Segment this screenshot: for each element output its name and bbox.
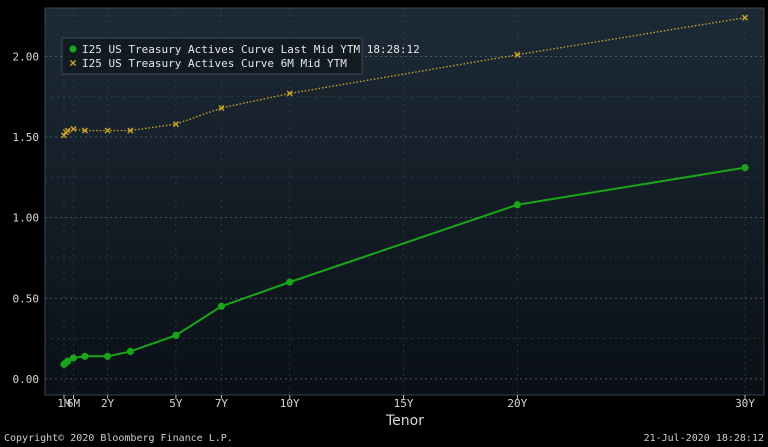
data-point bbox=[172, 331, 180, 339]
data-point bbox=[69, 354, 78, 362]
y-tick-label: 1.50 bbox=[13, 131, 40, 144]
legend-label: I25 US Treasury Actives Curve Last Mid Y… bbox=[82, 43, 420, 56]
data-point bbox=[81, 352, 89, 360]
y-tick-label: 2.00 bbox=[13, 50, 40, 63]
data-point bbox=[286, 278, 294, 286]
data-point bbox=[126, 347, 134, 356]
x-tick-label: 7Y bbox=[215, 397, 229, 410]
x-tick-label: 2Y bbox=[101, 397, 115, 410]
legend-label: I25 US Treasury Actives Curve 6M Mid YTM bbox=[82, 57, 347, 70]
data-point bbox=[513, 201, 521, 209]
copyright-text: Copyright© 2020 Bloomberg Finance L.P. bbox=[4, 433, 233, 444]
timestamp-text: 21-Jul-2020 18:28:12 bbox=[643, 433, 764, 444]
x-tick-label: 6M bbox=[67, 397, 81, 410]
chart-stage: 0.00 0.50 1.00 1.50 2.00 1M 6M 2Y 5Y 7Y 10Y 15Y 20Y… bbox=[0, 0, 768, 447]
data-point bbox=[741, 164, 749, 172]
y-axis-ticks: 0.00 0.50 1.00 1.50 2.00 bbox=[13, 50, 40, 386]
y-tick-label: 0.50 bbox=[13, 292, 40, 305]
x-tick-label: 5Y bbox=[169, 397, 183, 410]
y-tick-label: 0.00 bbox=[13, 373, 40, 386]
data-point bbox=[217, 302, 226, 310]
x-tick-label: 15Y bbox=[394, 397, 414, 410]
x-axis-ticks: 1M6M 2Y 5Y 7Y 10Y 15Y 20Y 30Y bbox=[57, 395, 755, 410]
x-tick-label: 10Y bbox=[280, 397, 300, 410]
data-point bbox=[104, 352, 112, 360]
x-tick-label: 30Y bbox=[735, 397, 755, 410]
x-axis-title: Tenor bbox=[385, 413, 424, 429]
y-tick-label: 1.00 bbox=[13, 212, 40, 225]
yield-curve-chart: 0.000.501.001.502.00 1M6M 2Y 5Y 7Y 10Y 15Y 20Y… bbox=[13, 7, 765, 429]
x-tick-label: 20Y bbox=[507, 397, 527, 410]
legend-swatch bbox=[69, 45, 77, 53]
